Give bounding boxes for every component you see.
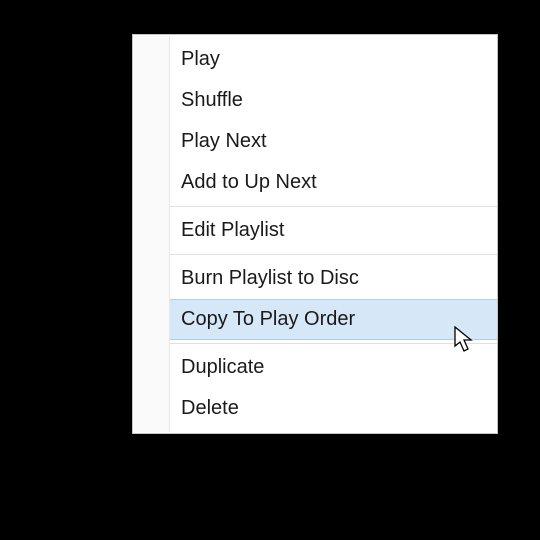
menu-separator [170,343,497,344]
menu-item-play[interactable]: Play [133,39,497,80]
menu-item-duplicate[interactable]: Duplicate [133,347,497,388]
context-menu: Play Shuffle Play Next Add to Up Next Ed… [132,34,498,434]
menu-item-add-to-up-next[interactable]: Add to Up Next [133,162,497,203]
menu-item-edit-playlist[interactable]: Edit Playlist [133,210,497,251]
menu-item-shuffle[interactable]: Shuffle [133,80,497,121]
menu-item-delete[interactable]: Delete [133,388,497,429]
menu-separator [170,206,497,207]
menu-item-play-next[interactable]: Play Next [133,121,497,162]
menu-separator [170,254,497,255]
menu-item-copy-to-play-order[interactable]: Copy To Play Order [170,299,497,340]
menu-item-burn-playlist-to-disc[interactable]: Burn Playlist to Disc [133,258,497,299]
